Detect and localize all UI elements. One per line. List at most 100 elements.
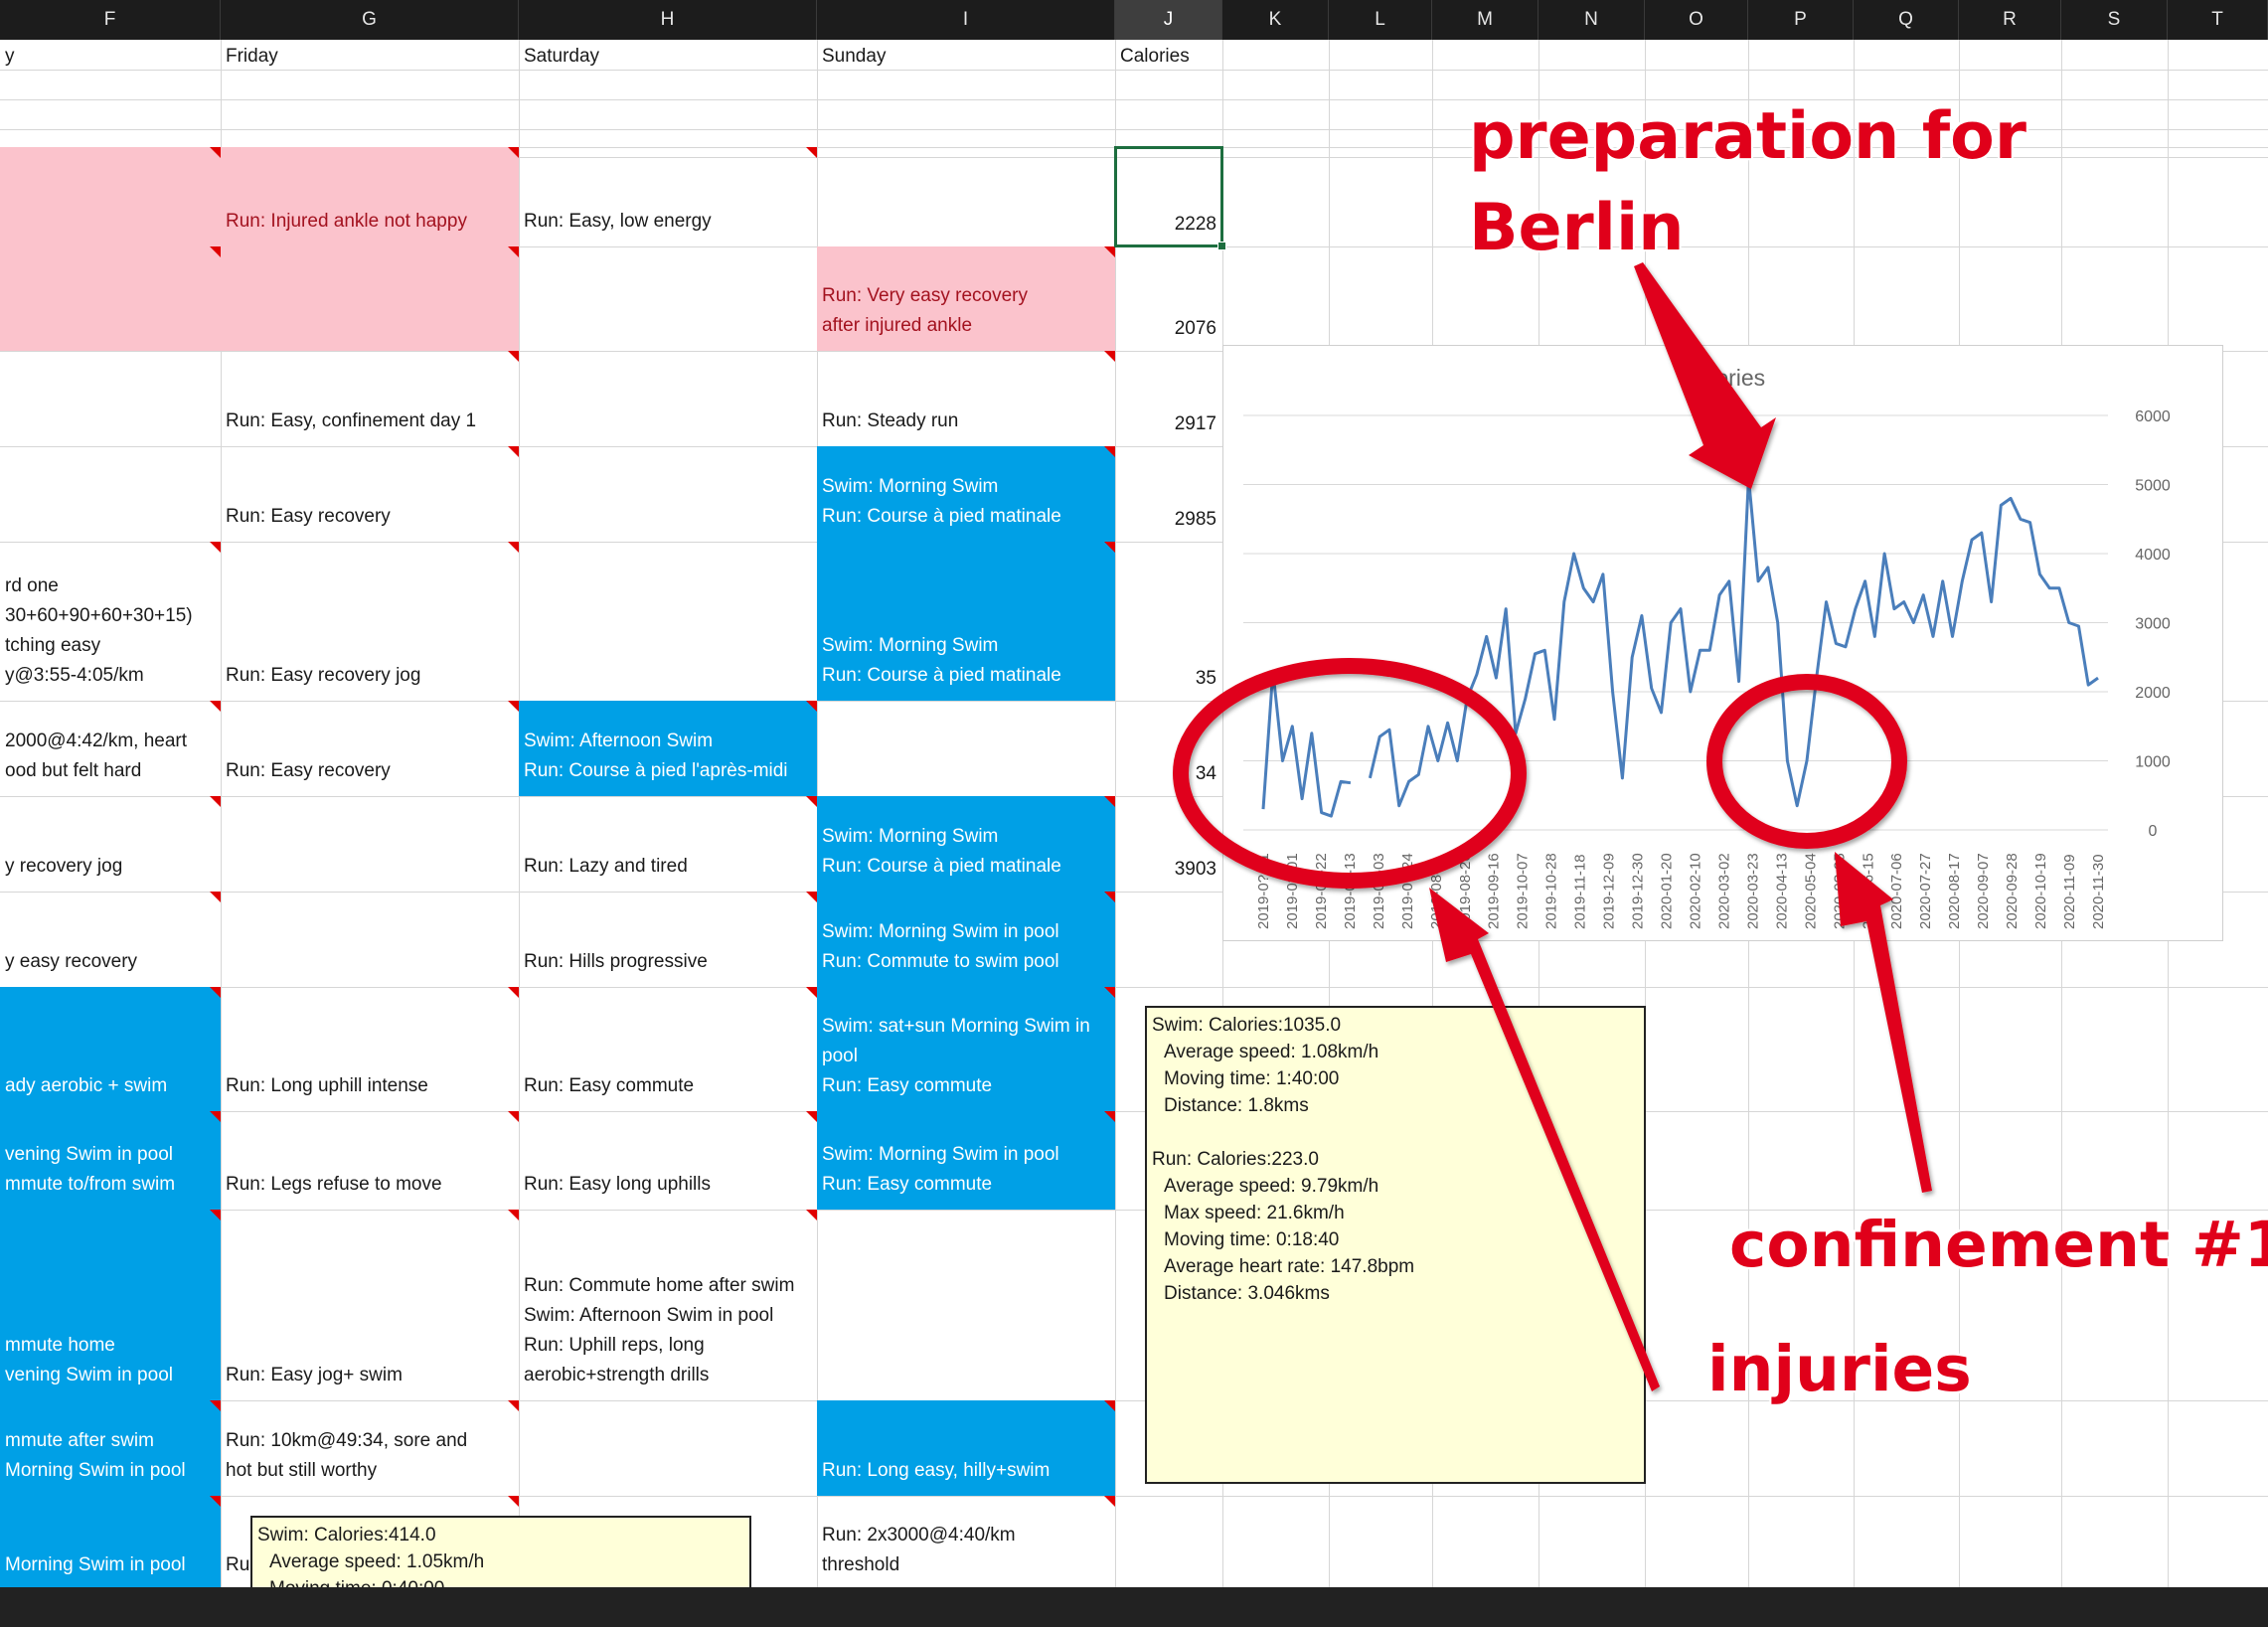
cell-sunday[interactable]: Swim: Morning Swim Run: Course à pied mat… (817, 542, 1115, 701)
calories-chart[interactable]: Calories 0 1000 2000 3000 4000 5000 6000 2019-… (1222, 345, 2223, 941)
cell-f[interactable]: y easy recovery (0, 892, 221, 987)
comment-indicator[interactable] (806, 701, 817, 712)
cell-friday[interactable]: Run: Easy recovery (221, 446, 519, 542)
comment-indicator[interactable] (508, 446, 519, 457)
comment-indicator[interactable] (508, 1210, 519, 1220)
calories-value[interactable]: 35 (1115, 667, 1222, 691)
header-cell-sunday[interactable]: Sunday (817, 40, 1115, 70)
header-cell-friday[interactable]: Friday (221, 40, 519, 70)
cell-sunday[interactable] (817, 147, 1115, 246)
comment-indicator[interactable] (508, 351, 519, 362)
cell-f[interactable]: 2000@4:42/km, heart ood but felt hard (0, 701, 221, 796)
cell-saturday[interactable]: Run: Easy long uphills (519, 1111, 817, 1210)
cell-friday[interactable]: Run: Injured ankle not happy (221, 147, 519, 246)
cell-f[interactable] (0, 246, 221, 351)
comment-indicator[interactable] (806, 987, 817, 998)
comment-indicator[interactable] (508, 147, 519, 158)
cell-saturday[interactable] (519, 1400, 817, 1496)
header-cell-calories[interactable]: Calories (1115, 40, 1222, 70)
cell-saturday[interactable] (519, 351, 817, 446)
cell-f[interactable] (0, 446, 221, 542)
comment-indicator[interactable] (508, 1111, 519, 1122)
column-header-t[interactable]: T (2168, 0, 2268, 40)
comment-indicator[interactable] (1104, 542, 1115, 553)
column-header-l[interactable]: L (1329, 0, 1432, 40)
cell-f[interactable] (0, 351, 221, 446)
column-header-q[interactable]: Q (1854, 0, 1959, 40)
cell-friday[interactable]: Run: Long uphill intense (221, 987, 519, 1111)
comment-indicator[interactable] (508, 701, 519, 712)
column-header-s[interactable]: S (2061, 0, 2168, 40)
cell-saturday[interactable]: Run: Commute home after swim Swim: Aftern… (519, 1210, 817, 1400)
comment-indicator[interactable] (806, 892, 817, 902)
comment-indicator[interactable] (1104, 446, 1115, 457)
comment-indicator[interactable] (508, 542, 519, 553)
comment-indicator[interactable] (210, 542, 221, 553)
cell-friday[interactable]: Run: 10km@49:34, sore and hot but still w… (221, 1400, 519, 1496)
comment-indicator[interactable] (1104, 1111, 1115, 1122)
comment-indicator[interactable] (210, 796, 221, 807)
cell-friday[interactable] (221, 246, 519, 351)
header-cell-f[interactable]: y (0, 40, 221, 70)
cell-saturday[interactable]: Run: Easy, low energy (519, 147, 817, 246)
column-header-r[interactable]: R (1959, 0, 2061, 40)
cell-f[interactable]: vening Swim in pool mmute to/from swim (0, 1111, 221, 1210)
cell-sunday[interactable]: Swim: Morning Swim in pool Run: Easy comm… (817, 1111, 1115, 1210)
cell-friday[interactable]: Run: Easy recovery (221, 701, 519, 796)
comment-indicator[interactable] (210, 147, 221, 158)
comment-indicator[interactable] (210, 1496, 221, 1507)
cell-f[interactable]: ady aerobic + swim (0, 987, 221, 1111)
comment-indicator[interactable] (1104, 1400, 1115, 1411)
cell-saturday[interactable]: Run: Hills progressive (519, 892, 817, 987)
cell-saturday[interactable] (519, 246, 817, 351)
comment-indicator[interactable] (1104, 351, 1115, 362)
cell-f[interactable]: y recovery jog (0, 796, 221, 892)
selected-cell[interactable] (1114, 146, 1226, 250)
comment-indicator[interactable] (508, 246, 519, 257)
column-header-j[interactable]: J (1115, 0, 1222, 40)
cell-saturday[interactable]: Swim: Afternoon Swim Run: Course à pied l… (519, 701, 817, 796)
cell-sunday[interactable] (817, 1210, 1115, 1400)
comment-indicator[interactable] (1104, 892, 1115, 902)
comment-indicator[interactable] (210, 1111, 221, 1122)
calories-value[interactable]: 3903 (1115, 858, 1222, 882)
comment-indicator[interactable] (806, 1210, 817, 1220)
column-header-g[interactable]: G (221, 0, 519, 40)
cell-sunday[interactable]: Swim: Morning Swim Run: Course à pied mat… (817, 796, 1115, 892)
cell-saturday[interactable]: Run: Lazy and tired (519, 796, 817, 892)
calories-value[interactable]: 34 (1115, 762, 1222, 786)
column-header-f[interactable]: F (0, 0, 221, 40)
fill-handle[interactable] (1217, 242, 1226, 250)
comment-indicator[interactable] (1104, 796, 1115, 807)
cell-sunday[interactable]: Run: Very easy recovery after injured ank… (817, 246, 1115, 351)
cell-friday[interactable] (221, 796, 519, 892)
cell-sunday[interactable]: Swim: Morning Swim Run: Course à pied mat… (817, 446, 1115, 542)
cell-f[interactable]: rd one 30+60+90+60+30+15) tching easy y@3:5… (0, 542, 221, 701)
column-header-p[interactable]: P (1748, 0, 1854, 40)
cell-sunday[interactable]: Swim: sat+sun Morning Swim in pool Run: Ea… (817, 987, 1115, 1111)
cell-sunday[interactable]: Run: 2x3000@4:40/km threshold (817, 1496, 1115, 1587)
comment-indicator[interactable] (508, 1400, 519, 1411)
cell-sunday[interactable]: Run: Long easy, hilly+swim (817, 1400, 1115, 1496)
calories-value[interactable]: 2076 (1115, 317, 1222, 341)
comment-indicator[interactable] (1104, 987, 1115, 998)
cell-friday[interactable]: Run: Easy recovery jog (221, 542, 519, 701)
column-header-n[interactable]: N (1539, 0, 1645, 40)
column-header-i[interactable]: I (817, 0, 1115, 40)
column-header-k[interactable]: K (1222, 0, 1329, 40)
comment-indicator[interactable] (806, 1111, 817, 1122)
cell-f[interactable]: mmute after swim Morning Swim in pool (0, 1400, 221, 1496)
comment-indicator[interactable] (508, 987, 519, 998)
cell-sunday[interactable]: Run: Steady run (817, 351, 1115, 446)
cell-sunday[interactable]: Swim: Morning Swim in pool Run: Commute t… (817, 892, 1115, 987)
cell-friday[interactable]: Run: Easy, confinement day 1 (221, 351, 519, 446)
cell-f[interactable] (0, 147, 221, 246)
cell-friday[interactable]: Run: Legs refuse to move (221, 1111, 519, 1210)
cell-friday[interactable] (221, 892, 519, 987)
cell-f[interactable]: Morning Swim in pool (0, 1496, 221, 1587)
cell-friday[interactable]: Run: Easy jog+ swim (221, 1210, 519, 1400)
cell-saturday[interactable] (519, 446, 817, 542)
calories-value[interactable]: 2917 (1115, 412, 1222, 436)
cell-saturday[interactable] (519, 542, 817, 701)
comment-indicator[interactable] (210, 246, 221, 257)
